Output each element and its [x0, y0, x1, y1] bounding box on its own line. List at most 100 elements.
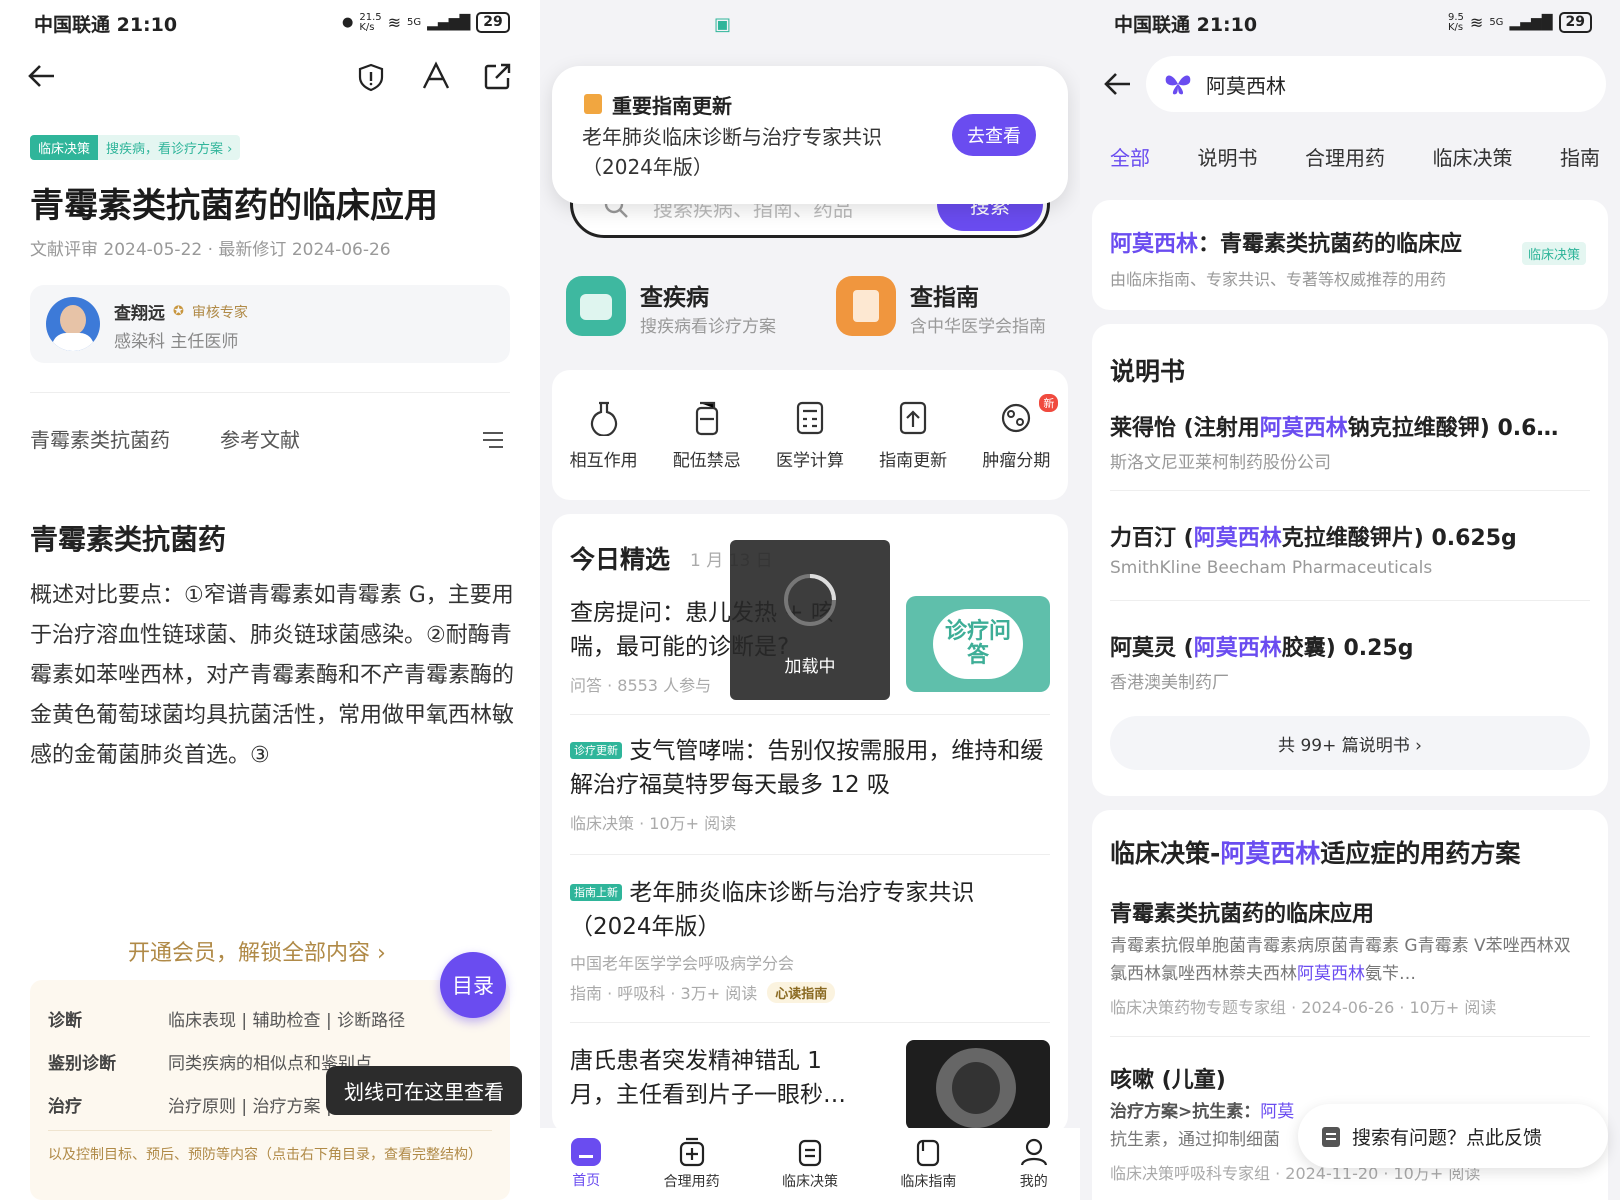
toc-button[interactable]: 目录 — [440, 952, 506, 1018]
bottom-nav: 首页 合理用药 临床决策 临床指南 我的 — [540, 1128, 1080, 1200]
clinical-item-title[interactable]: 咳嗽 (儿童) — [1110, 1062, 1226, 1094]
tag-clinical-decision: 临床决策 — [30, 135, 99, 160]
loading-text: 加载中 — [784, 657, 836, 677]
top-result-title: ：青霉素类抗菌药的临床应 — [1198, 232, 1463, 257]
article-dates: 文献评审 2024-05-22 · 最新修订 2024-06-26 — [30, 240, 391, 260]
search-field[interactable]: 阿莫西林 — [1146, 56, 1606, 112]
article-asthma[interactable]: 诊疗更新 支气管哮喘：告别仅按需服用，维持和缓解治疗福莫特罗每天最多 12 吸 — [570, 734, 1050, 802]
ct-scan-thumbnail[interactable] — [906, 1040, 1050, 1130]
article-pneumonia-org: 中国老年医学学会呼吸病学分会 — [570, 954, 795, 973]
status-carrier-time: 中国联通 21:10 — [1114, 14, 1258, 36]
net-speed: 9.5 K/s — [1448, 11, 1464, 33]
more-manuals-button[interactable]: 共 99+ 篇说明书 › — [1110, 716, 1590, 770]
unlock-member-link[interactable]: 开通会员，解锁全部内容 › — [128, 935, 386, 967]
manual-item-title[interactable]: 力百汀 (阿莫西林克拉维酸钾片) 0.625g — [1110, 520, 1590, 552]
back-arrow-icon[interactable] — [26, 60, 58, 92]
feature-guide-title[interactable]: 查指南 — [910, 278, 979, 312]
feedback-text: 搜索有问题？点此反馈 — [1352, 1126, 1543, 1149]
net-5g: 5G — [407, 17, 422, 28]
user-icon — [1020, 1138, 1047, 1166]
article-pneumonia-meta: 指南 · 呼吸科 · 3万+ 阅读 — [570, 984, 758, 1003]
feedback-button[interactable]: 搜索有问题？点此反馈 — [1298, 1104, 1608, 1168]
nav-guide[interactable]: 临床指南 — [900, 1137, 956, 1191]
qa-thumbnail[interactable]: 诊疗问答 — [906, 596, 1050, 692]
tab-references[interactable]: 参考文献 — [220, 424, 300, 453]
author-role: 感染科 主任医师 — [114, 332, 239, 352]
article-case[interactable]: 唐氏患者突发精神错乱 1 月，主任看到片子一眼秒… — [570, 1044, 870, 1112]
menu-icon[interactable] — [482, 430, 504, 450]
tool-calculator[interactable]: 医学计算 — [776, 400, 844, 471]
status-icons: 9.5 K/s ≋ 5G ▂▄▆█ 29 — [1448, 12, 1592, 33]
toc-row: 诊断 临床表现 | 辅助检查 | 诊断路径 — [48, 1011, 406, 1031]
net-speed: 21.5 K/s — [359, 11, 382, 33]
top-result-card[interactable]: 阿莫西林：青霉素类抗菌药的临床应 临床决策 由临床指南、专家共识、专著等权威推荐… — [1092, 200, 1608, 310]
search-query: 阿莫西林 — [1206, 74, 1286, 98]
qa-thumbnail-text: 诊疗问答 — [933, 609, 1023, 679]
guide-icon[interactable] — [836, 276, 896, 336]
article-panel: 中国联通 21:10 ● 21.5 K/s ≋ 5G ▂▄▆█ 29 临床决策 … — [0, 0, 540, 1200]
battery-indicator: 29 — [476, 12, 510, 33]
search-results-panel: 中国联通 21:10 9.5 K/s ≋ 5G ▂▄▆█ 29 阿莫西林 全部 … — [1080, 0, 1620, 1200]
tab-drug-use[interactable]: 合理用药 — [1305, 142, 1385, 171]
cell-icon — [1002, 403, 1031, 432]
chip-new-guide: 指南上新 — [570, 884, 622, 901]
tab-penicillin[interactable]: 青霉素类抗菌药 — [30, 424, 170, 453]
tool-guide-update[interactable]: 指南更新 — [879, 400, 947, 471]
signal-icon: ▂▄▆█ — [427, 14, 471, 31]
feature-disease-title[interactable]: 查疾病 — [640, 278, 709, 312]
spinner-icon — [784, 574, 836, 626]
tool-tumor-staging[interactable]: 肿瘤分期 新 — [982, 393, 1059, 471]
feature-guide-sub: 含中华医学会指南 — [910, 317, 1046, 337]
nav-home[interactable]: 首页 — [571, 1138, 602, 1190]
article-asthma-title: 支气管哮喘：告别仅按需服用，维持和缓解治疗福莫特罗每天最多 12 吸 — [570, 738, 1044, 798]
share-icon[interactable] — [482, 62, 512, 92]
notification-banner[interactable]: 重要指南更新 老年肺炎临床诊断与治疗专家共识（2024年版） 去查看 — [552, 66, 1068, 204]
result-tabs: 全部 说明书 合理用药 临床决策 指南 — [1110, 142, 1600, 171]
net-5g: 5G — [1489, 17, 1504, 28]
tools-card: 相互作用 配伍禁忌 医学计算 指南更新 肿瘤分期 新 — [552, 370, 1068, 500]
author-badge: 审核专家 — [191, 304, 248, 321]
clinical-item-title[interactable]: 青霉素类抗菌药的临床应用 — [1110, 896, 1374, 928]
home-panel: ▣ 搜索疾病、指南、药品 搜索 重要指南更新 老年肺炎临床诊断与治疗专家共识（2… — [540, 0, 1080, 1200]
toc-footer-note: 以及控制目标、预后、预防等内容（点击右下角目录，查看完整结构） — [48, 1147, 482, 1163]
shield-icon[interactable] — [356, 62, 386, 92]
category-tag[interactable]: 临床决策 搜疾病，看诊疗方案 › — [30, 135, 241, 160]
clinical-section-title: 临床决策-阿莫西林适应症的用药方案 — [1110, 839, 1521, 868]
toc-row: 鉴别诊断 同类疾病的相似点和鉴别点 — [48, 1054, 372, 1074]
manual-item-title[interactable]: 莱得怡 (注射用阿莫西林钠克拉维酸钾) 0.6… — [1110, 410, 1590, 442]
tab-manual[interactable]: 说明书 — [1198, 142, 1258, 171]
nav-clinical[interactable]: 临床决策 — [782, 1137, 838, 1191]
loading-overlay: 加载中 — [730, 540, 890, 700]
tool-interaction[interactable]: 相互作用 — [570, 400, 638, 471]
article-asthma-meta: 临床决策 · 10万+ 阅读 — [570, 814, 737, 833]
article-pneumonia[interactable]: 指南上新 老年肺炎临床诊断与治疗专家共识（2024年版） — [570, 876, 1050, 944]
clipboard-icon — [1322, 1127, 1340, 1147]
back-arrow-icon[interactable] — [1102, 68, 1134, 100]
flask-icon — [590, 401, 617, 436]
nav-drug[interactable]: 合理用药 — [664, 1137, 720, 1191]
manual-section-title: 说明书 — [1110, 357, 1186, 386]
medicine-bottle-icon — [695, 401, 718, 435]
manual-item-company: 斯洛文尼亚莱柯制药股份公司 — [1110, 453, 1331, 473]
clinical-item-meta: 临床决策药物专题专家组 · 2024-06-26 · 10万+ 阅读 — [1110, 998, 1497, 1017]
new-badge: 新 — [1039, 393, 1059, 412]
tab-clinical[interactable]: 临床决策 — [1433, 142, 1513, 171]
tool-incompatibility[interactable]: 配伍禁忌 — [673, 400, 741, 471]
notification-body: 老年肺炎临床诊断与治疗专家共识（2024年版） — [582, 125, 882, 179]
font-size-icon[interactable] — [420, 60, 452, 92]
tab-all[interactable]: 全部 — [1110, 142, 1150, 171]
nav-me[interactable]: 我的 — [1019, 1137, 1049, 1191]
home-icon — [571, 1138, 602, 1166]
highlight-tooltip: 划线可在这里查看 — [326, 1066, 522, 1115]
manual-item-title[interactable]: 阿莫灵 (阿莫西林胶囊) 0.25g — [1110, 630, 1590, 662]
author-card[interactable]: 查翔远 ✪ 审核专家 感染科 主任医师 — [30, 285, 510, 363]
article-title: 青霉素类抗菌药的临床应用 — [30, 186, 438, 226]
tab-guide[interactable]: 指南 — [1560, 142, 1600, 171]
qa-meta: 问答 · 8553 人参与 — [570, 676, 712, 695]
guide-book-icon — [584, 94, 602, 114]
drug-box-icon — [679, 1137, 704, 1167]
butterfly-logo-icon — [1165, 75, 1191, 95]
disease-icon[interactable] — [566, 276, 626, 336]
upload-doc-icon — [900, 401, 927, 434]
notification-view-button[interactable]: 去查看 — [952, 114, 1036, 156]
